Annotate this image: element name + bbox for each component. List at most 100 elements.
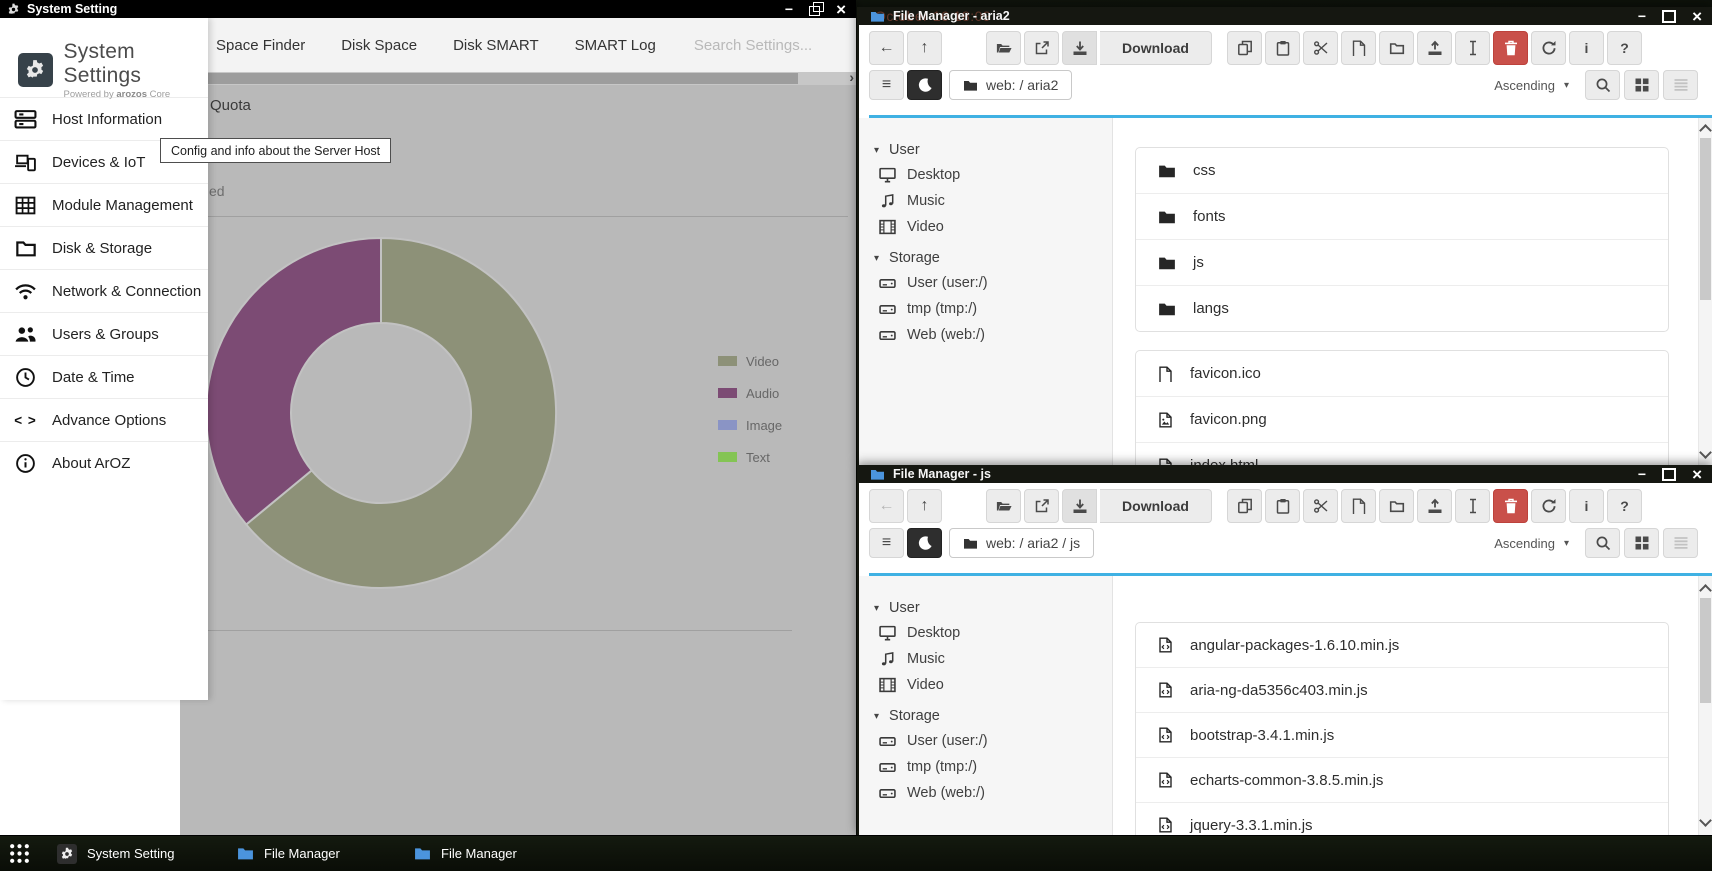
list-view-button[interactable] bbox=[1663, 528, 1698, 558]
breadcrumb[interactable]: web: / aria2 bbox=[949, 70, 1072, 100]
open-folder-button[interactable] bbox=[986, 489, 1021, 523]
folder-row[interactable]: css bbox=[1136, 148, 1668, 194]
file-row[interactable]: bootstrap-3.4.1.min.js bbox=[1136, 713, 1668, 758]
tree-item-desktop[interactable]: Desktop bbox=[859, 620, 1112, 646]
folder-row[interactable]: langs bbox=[1136, 286, 1668, 331]
download-icon-button[interactable] bbox=[1062, 489, 1097, 523]
tree-section-user[interactable]: ▾User bbox=[859, 596, 1112, 620]
tab-scrollbar[interactable]: › bbox=[186, 72, 856, 85]
legend-item-image[interactable]: Image bbox=[718, 420, 782, 430]
menu-button[interactable]: ≡ bbox=[869, 528, 904, 558]
settings-search-input[interactable] bbox=[692, 36, 814, 55]
taskbar-item-system-setting[interactable]: System Setting bbox=[57, 836, 174, 871]
search-button[interactable] bbox=[1585, 528, 1620, 558]
scroll-down-icon[interactable] bbox=[1699, 446, 1712, 459]
delete-button[interactable] bbox=[1493, 489, 1528, 523]
sidebar-item-module-management[interactable]: Module Management bbox=[0, 183, 208, 226]
file-row[interactable]: angular-packages-1.6.10.min.js bbox=[1136, 623, 1668, 668]
folder-row[interactable]: fonts bbox=[1136, 194, 1668, 240]
tree-section-storage[interactable]: ▾Storage bbox=[859, 246, 1112, 270]
minimize-button[interactable]: − bbox=[1638, 467, 1646, 481]
sidebar-item-users-groups[interactable]: Users & Groups bbox=[0, 312, 208, 355]
upload-button[interactable] bbox=[1417, 31, 1452, 65]
scroll-down-icon[interactable] bbox=[1699, 814, 1712, 827]
delete-button[interactable] bbox=[1493, 31, 1528, 65]
file-row[interactable]: index.html bbox=[1136, 443, 1668, 465]
copy-button[interactable] bbox=[1227, 489, 1262, 523]
dark-mode-toggle[interactable] bbox=[907, 528, 942, 558]
tree-item-user-drive[interactable]: User (user:/) bbox=[859, 270, 1112, 296]
open-folder-button[interactable] bbox=[986, 31, 1021, 65]
tree-item-desktop[interactable]: Desktop bbox=[859, 162, 1112, 188]
paste-button[interactable] bbox=[1265, 489, 1300, 523]
search-button[interactable] bbox=[1585, 70, 1620, 100]
sort-order-dropdown[interactable]: Ascending▾ bbox=[1494, 536, 1569, 551]
scrollbar[interactable] bbox=[1698, 576, 1712, 835]
apps-menu-button[interactable] bbox=[8, 836, 31, 871]
titlebar[interactable]: October 16 18:09 File Manager - aria2 − … bbox=[859, 7, 1712, 25]
open-external-button[interactable] bbox=[1024, 31, 1059, 65]
scrollbar-thumb[interactable] bbox=[1700, 138, 1711, 300]
new-folder-button[interactable] bbox=[1379, 489, 1414, 523]
copy-button[interactable] bbox=[1227, 31, 1262, 65]
sidebar-item-host-information[interactable]: Host Information bbox=[0, 97, 208, 140]
scroll-right-arrow[interactable]: › bbox=[849, 69, 854, 85]
info-button[interactable]: i bbox=[1569, 31, 1604, 65]
breadcrumb[interactable]: web: / aria2 / js bbox=[949, 528, 1094, 558]
back-button[interactable]: ← bbox=[869, 489, 904, 523]
system-settings-titlebar[interactable]: System Setting − × bbox=[0, 0, 856, 18]
download-button[interactable]: Download bbox=[1100, 489, 1212, 523]
scrollbar-thumb[interactable] bbox=[1700, 598, 1711, 703]
grid-view-button[interactable] bbox=[1624, 528, 1659, 558]
tree-item-video[interactable]: Video bbox=[859, 214, 1112, 240]
download-icon-button[interactable] bbox=[1062, 31, 1097, 65]
list-view-button[interactable] bbox=[1663, 70, 1698, 100]
up-button[interactable]: ↑ bbox=[907, 489, 942, 523]
info-button[interactable]: i bbox=[1569, 489, 1604, 523]
file-row[interactable]: favicon.ico bbox=[1136, 351, 1668, 397]
scroll-up-icon[interactable] bbox=[1699, 584, 1712, 597]
grid-view-button[interactable] bbox=[1624, 70, 1659, 100]
upload-button[interactable] bbox=[1417, 489, 1452, 523]
tree-item-video[interactable]: Video bbox=[859, 672, 1112, 698]
help-button[interactable]: ? bbox=[1607, 31, 1642, 65]
restore-button[interactable] bbox=[809, 2, 820, 16]
new-folder-button[interactable] bbox=[1379, 31, 1414, 65]
scroll-up-icon[interactable] bbox=[1699, 124, 1712, 137]
dark-mode-toggle[interactable] bbox=[907, 70, 942, 100]
cut-button[interactable] bbox=[1303, 489, 1338, 523]
download-button[interactable]: Download bbox=[1100, 31, 1212, 65]
rename-button[interactable] bbox=[1455, 31, 1490, 65]
refresh-button[interactable] bbox=[1531, 489, 1566, 523]
sidebar-item-network-connection[interactable]: Network & Connection bbox=[0, 269, 208, 312]
minimize-button[interactable]: − bbox=[785, 2, 793, 16]
scrollbar[interactable] bbox=[1698, 118, 1712, 465]
tab-space-finder[interactable]: Space Finder bbox=[216, 37, 305, 54]
cut-button[interactable] bbox=[1303, 31, 1338, 65]
tree-item-music[interactable]: Music bbox=[859, 646, 1112, 672]
tab-disk-space[interactable]: Disk Space bbox=[341, 37, 417, 54]
close-button[interactable]: × bbox=[1692, 8, 1702, 25]
sidebar-item-date-time[interactable]: Date & Time bbox=[0, 355, 208, 398]
up-button[interactable]: ↑ bbox=[907, 31, 942, 65]
rename-button[interactable] bbox=[1455, 489, 1490, 523]
tree-item-web-drive[interactable]: Web (web:/) bbox=[859, 322, 1112, 348]
tree-item-web-drive[interactable]: Web (web:/) bbox=[859, 780, 1112, 806]
close-button[interactable]: × bbox=[836, 1, 846, 18]
sidebar-item-about-aroz[interactable]: About ArOZ bbox=[0, 441, 208, 484]
help-button[interactable]: ? bbox=[1607, 489, 1642, 523]
new-file-button[interactable] bbox=[1341, 31, 1376, 65]
legend-item-video[interactable]: Video bbox=[718, 356, 782, 366]
new-file-button[interactable] bbox=[1341, 489, 1376, 523]
titlebar[interactable]: File Manager - js − × bbox=[859, 465, 1712, 483]
open-external-button[interactable] bbox=[1024, 489, 1059, 523]
legend-item-text[interactable]: Text bbox=[718, 452, 782, 462]
maximize-button[interactable] bbox=[1662, 468, 1676, 481]
scrollbar-thumb[interactable] bbox=[188, 73, 798, 84]
file-row[interactable]: echarts-common-3.8.5.min.js bbox=[1136, 758, 1668, 803]
tree-section-storage[interactable]: ▾Storage bbox=[859, 704, 1112, 728]
legend-item-audio[interactable]: Audio bbox=[718, 388, 782, 398]
tab-disk-smart[interactable]: Disk SMART bbox=[453, 37, 539, 54]
taskbar-item-file-manager-1[interactable]: File Manager bbox=[237, 836, 340, 871]
folder-row[interactable]: js bbox=[1136, 240, 1668, 286]
